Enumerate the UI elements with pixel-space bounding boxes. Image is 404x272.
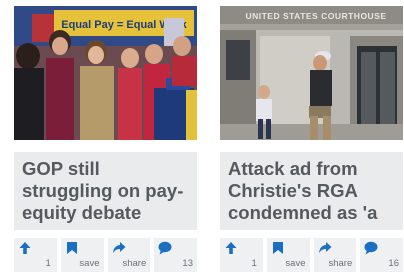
bookmark-icon (66, 242, 77, 254)
comments-button[interactable]: 16 (360, 238, 403, 272)
story-headline[interactable]: GOP still struggling on pay-equity debat… (22, 158, 189, 224)
action-bar: 1 save share 16 (220, 238, 403, 272)
share-label: share (328, 258, 353, 269)
story-photo[interactable]: Equal Pay = Equal Work (14, 6, 197, 140)
upvote-count: 1 (251, 258, 257, 269)
comment-bubble-icon (364, 241, 378, 255)
headline-box[interactable]: Attack ad from Christie's RGA condemned … (220, 152, 403, 230)
upvote-button[interactable]: 1 (220, 238, 263, 272)
story-card[interactable]: Equal Pay = Equal Work GOP still struggl… (14, 6, 197, 272)
photo-banner-text: UNITED STATES COURTHOUSE (245, 11, 386, 21)
story-card[interactable]: UNITED STATES COURTHOUSE Attack ad from … (220, 6, 403, 272)
upvote-button[interactable]: 1 (14, 238, 57, 272)
comment-count: 13 (182, 258, 193, 269)
share-label: share (122, 258, 147, 269)
action-bar: 1 save share 13 (14, 238, 197, 272)
share-arrow-icon (112, 242, 125, 253)
comment-count: 16 (388, 258, 399, 269)
comment-bubble-icon (158, 241, 172, 255)
upvote-arrow-icon (19, 242, 31, 254)
save-label: save (79, 258, 100, 269)
story-headline[interactable]: Attack ad from Christie's RGA condemned … (228, 158, 395, 224)
comments-button[interactable]: 13 (154, 238, 197, 272)
story-photo[interactable]: UNITED STATES COURTHOUSE (220, 6, 403, 140)
save-button[interactable]: save (60, 238, 104, 272)
share-button[interactable]: share (107, 238, 151, 272)
save-label: save (285, 258, 306, 269)
upvote-count: 1 (45, 258, 51, 269)
upvote-arrow-icon (225, 242, 237, 254)
share-arrow-icon (318, 242, 331, 253)
bookmark-icon (272, 242, 283, 254)
headline-box[interactable]: GOP still struggling on pay-equity debat… (14, 152, 197, 230)
save-button[interactable]: save (266, 238, 310, 272)
share-button[interactable]: share (313, 238, 357, 272)
